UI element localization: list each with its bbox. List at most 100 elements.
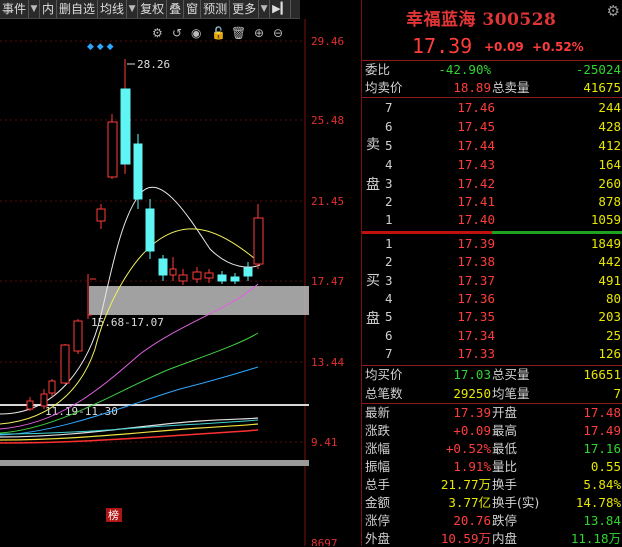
ask-row-6[interactable]: 6 17.45 428 — [362, 118, 622, 135]
price-tick: 17.47 — [311, 275, 344, 288]
price-range-box[interactable] — [89, 286, 309, 315]
level-price: 17.46 — [457, 100, 495, 115]
ask-row-5[interactable]: 5 17.44 412 — [362, 137, 622, 154]
trash-icon[interactable]: 🗑 — [231, 26, 246, 40]
ma30-line — [0, 332, 259, 434]
buy-pressure-bar — [492, 231, 622, 234]
stat-cell: 17.49 — [583, 423, 621, 438]
level-price: 17.45 — [457, 119, 495, 134]
range-label-low: 11.19-11.30 — [45, 405, 118, 418]
stat-cell: 总手 — [365, 477, 391, 492]
avg-sell-value: 18.89 — [453, 80, 491, 95]
bid-row-2[interactable]: 2 17.38 442 — [362, 253, 622, 270]
price-row: 17.39 +0.09 +0.52% — [362, 34, 622, 58]
level-number: 4 — [385, 157, 393, 172]
stat-cell: 14.78% — [575, 495, 621, 510]
toolbar-forecast[interactable]: 预测 — [201, 0, 231, 18]
stat-cell: 1.91% — [453, 459, 491, 474]
toolbar-adjust[interactable]: 复权 — [138, 0, 168, 18]
level-volume: 164 — [598, 157, 621, 172]
level-price: 17.36 — [457, 291, 495, 306]
price-tick: 29.46 — [311, 35, 344, 48]
reset-icon[interactable]: ↺ — [172, 26, 182, 40]
level-number: 6 — [385, 328, 393, 343]
total-trades-label: 总笔数 — [365, 386, 403, 401]
stat-cell: 20.76 — [453, 513, 491, 528]
gear-icon[interactable]: ⚙ — [152, 26, 163, 40]
stats-row: 金额 3.77亿 换手(实) 14.78% — [362, 494, 622, 511]
volume-tick: 8697 — [311, 537, 338, 546]
stat-cell: 内盘 — [492, 531, 518, 546]
stat-cell: 换手 — [492, 477, 518, 492]
lock-icon[interactable]: 🔓 — [211, 26, 226, 40]
level-number: 4 — [385, 291, 393, 306]
toolbar-remove-favorite[interactable]: 删自选 — [57, 0, 99, 18]
stat-cell: +0.09 — [453, 423, 491, 438]
stat-cell: 换手(实) — [492, 495, 540, 510]
bid-row-3[interactable]: 3 17.37 491 — [362, 272, 622, 289]
level-volume: 442 — [598, 254, 621, 269]
stat-cell: 涨停 — [365, 513, 391, 528]
zoom-out-icon[interactable]: ⊖ — [273, 26, 283, 40]
level-number: 3 — [385, 176, 393, 191]
ask-row-7[interactable]: 7 17.46 244 — [362, 99, 622, 116]
toolbar-events[interactable]: 事件 — [0, 0, 30, 18]
level-price: 17.37 — [457, 273, 495, 288]
price-tick: 25.48 — [311, 114, 344, 127]
candles — [26, 59, 264, 411]
ask-row-2[interactable]: 2 17.41 878 — [362, 193, 622, 210]
total-trades-value: 29250 — [453, 386, 491, 401]
level-number: 6 — [385, 119, 393, 134]
toolbar-more[interactable]: 更多 — [230, 0, 260, 18]
chart-toolbar: 事件 ▼ 内 删自选 均线 ▼ 复权 叠 窗 预测 更多 ▼ ▶▎ — [0, 0, 300, 19]
gear-icon[interactable]: ⚙ — [607, 2, 620, 20]
level-price: 17.41 — [457, 194, 495, 209]
stat-cell: 最高 — [492, 423, 518, 438]
weibi-row: 委比 -42.90% -25024 — [362, 61, 622, 78]
bid-row-6[interactable]: 6 17.34 25 — [362, 327, 622, 344]
stat-cell: 11.18万 — [570, 531, 621, 546]
kline-chart[interactable]: ◆ ◆ ◆ ⚙ ↺ ◉ 🔓 🗑 ⊕ ⊖ 29.46 25.48 21.45 17… — [0, 19, 360, 546]
level-number: 7 — [385, 100, 393, 115]
toolbar-ma[interactable]: 均线 — [98, 0, 128, 18]
level-price: 17.42 — [457, 176, 495, 191]
level-price: 17.33 — [457, 346, 495, 361]
bid-row-4[interactable]: 4 17.36 80 — [362, 290, 622, 307]
ask-row-1[interactable]: 1 17.40 1059 — [362, 211, 622, 228]
ask-row-4[interactable]: 4 17.43 164 — [362, 156, 622, 173]
bid-row-7[interactable]: 7 17.33 126 — [362, 345, 622, 362]
stat-cell: 开盘 — [492, 405, 518, 420]
trades-row: 总笔数 29250 均笔量 7 — [362, 385, 622, 402]
stat-cell: 外盘 — [365, 531, 391, 546]
stat-cell: 21.77万 — [440, 477, 491, 492]
chevron-down-icon[interactable]: ▼ — [127, 0, 139, 18]
toolbar-inner[interactable]: 内 — [40, 0, 58, 18]
stats-row: 涨跌 +0.09 最高 17.49 — [362, 422, 622, 439]
weibi-value: -42.90% — [438, 62, 491, 77]
stat-cell: 金额 — [365, 495, 391, 510]
avg-buy-label: 均买价 — [365, 367, 403, 382]
chevron-down-icon[interactable]: ▼ — [259, 0, 271, 18]
level-number: 3 — [385, 273, 393, 288]
level-price: 17.35 — [457, 309, 495, 324]
bid-row-5[interactable]: 5 17.35 203 — [362, 308, 622, 325]
stat-cell: 量比 — [492, 459, 518, 474]
eye-icon[interactable]: ◉ — [191, 26, 201, 40]
level-volume: 412 — [598, 138, 621, 153]
zoom-in-icon[interactable]: ⊕ — [254, 26, 264, 40]
bid-row-1[interactable]: 1 17.39 1849 — [362, 235, 622, 252]
total-sell-label: 总卖量 — [492, 80, 530, 95]
toolbar-window[interactable]: 窗 — [184, 0, 202, 18]
toolbar-overlay[interactable]: 叠 — [167, 0, 185, 18]
stats-row: 最新 17.39 开盘 17.48 — [362, 404, 622, 421]
stats-row: 涨停 20.76 跌停 13.84 — [362, 512, 622, 529]
level-volume: 126 — [598, 346, 621, 361]
collapse-panel-icon[interactable]: ▶▎ — [270, 0, 292, 18]
last-price: 17.39 — [412, 34, 473, 58]
ask-row-3[interactable]: 3 17.42 260 — [362, 175, 622, 192]
peak-label: 28.26 — [137, 58, 170, 71]
stats-row: 振幅 1.91% 量比 0.55 — [362, 458, 622, 475]
chevron-down-icon[interactable]: ▼ — [29, 0, 41, 18]
avg-sell-label: 均卖价 — [365, 80, 403, 95]
level-number: 2 — [385, 254, 393, 269]
